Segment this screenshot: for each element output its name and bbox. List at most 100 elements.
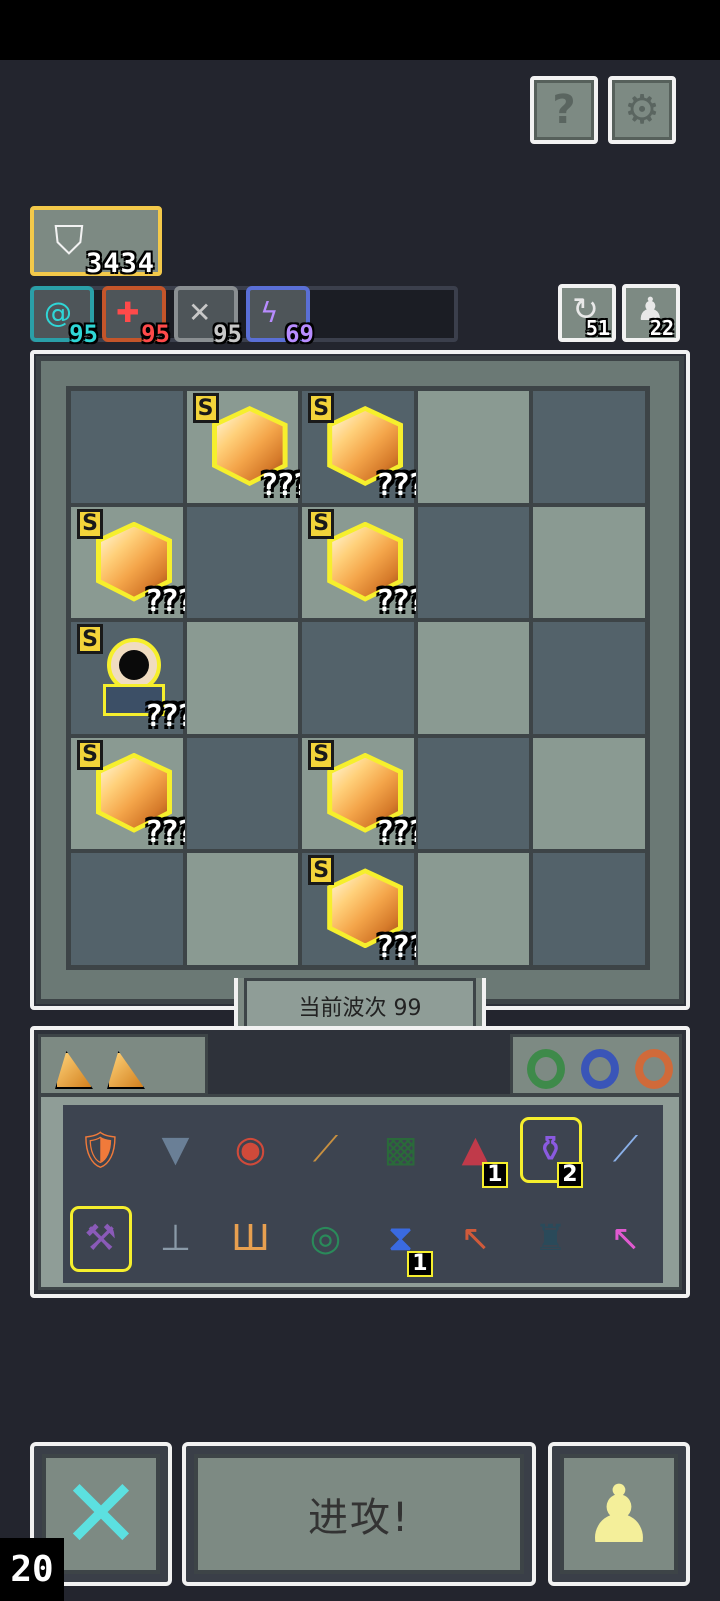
inventory-panel: 🛡 ▼ ◉ ⟋ ▩ ▲ 1 ⚱ 2 ⟋ ⚒ ⊥ Ш ◎ ⧗ 1 ↖ ♜ ↖ — [38, 1094, 682, 1290]
shard-icon — [55, 1051, 93, 1089]
arrow-icon[interactable]: ↖ — [448, 1209, 504, 1269]
gem-unit[interactable]: S??? — [77, 508, 195, 619]
stat-target[interactable]: @95 — [30, 286, 98, 348]
inventory-items: 🛡 ▼ ◉ ⟋ ▩ ▲ 1 ⚱ 2 ⟋ ⚒ ⊥ Ш ◎ ⧗ 1 ↖ ♜ ↖ — [63, 1105, 663, 1283]
dagger-icon[interactable]: ⟋ — [298, 1120, 354, 1180]
board-cell[interactable] — [184, 851, 301, 967]
helmet-icon[interactable]: ▲ 1 — [448, 1120, 508, 1188]
item-count: 1 — [407, 1250, 433, 1277]
gem-unit[interactable]: S??? — [192, 393, 311, 503]
rune-card-icon[interactable]: ▩ — [373, 1120, 429, 1180]
target-icon: @ — [44, 296, 72, 329]
lever-icon[interactable]: ⊥ — [148, 1209, 204, 1269]
board-cell[interactable] — [415, 389, 532, 505]
hourglass-icon[interactable]: ⧗ 1 — [373, 1209, 433, 1277]
board-cell[interactable]: S??? — [184, 389, 311, 505]
board-cell[interactable]: S??? — [69, 504, 195, 621]
board-cell[interactable] — [69, 851, 185, 967]
board-cell[interactable] — [184, 620, 301, 736]
rank-badge: S — [192, 393, 219, 423]
shield-arrow-icon: ⛉ — [54, 218, 84, 264]
x-icon: ✕ — [60, 1458, 142, 1570]
stat-medic-plus[interactable]: ✚ 95 — [102, 286, 170, 348]
rank-badge: S — [77, 624, 103, 655]
board-cell[interactable]: S??? — [300, 504, 426, 621]
pocket-icon[interactable]: ▼ — [148, 1120, 204, 1180]
ring-green-icon — [527, 1049, 565, 1089]
rank-badge: S — [308, 508, 335, 539]
item-count: 1 — [482, 1161, 508, 1188]
status-bar — [0, 0, 720, 60]
stat-value: 95 — [141, 320, 170, 348]
refresh-counter[interactable]: ↻ 51 — [558, 284, 616, 342]
stat-value: 69 — [285, 320, 314, 348]
magic-arrow-icon[interactable]: ↖ — [598, 1209, 654, 1269]
board-cell[interactable] — [415, 735, 532, 852]
board-cell[interactable] — [415, 620, 532, 736]
ring-orange-icon — [635, 1049, 673, 1089]
inventory-tabs — [38, 1034, 682, 1096]
settings-button[interactable]: ⚙ — [608, 76, 676, 144]
gold-value: 3434 — [86, 248, 156, 279]
gem-unit[interactable]: S??? — [308, 393, 426, 503]
counter-value: 51 — [585, 316, 610, 340]
stat-wing[interactable]: ✕ 95 — [174, 286, 242, 348]
shard-tab[interactable] — [38, 1034, 208, 1096]
claw-icon[interactable]: Ш — [223, 1209, 279, 1269]
lightning-icon: ϟ — [260, 296, 279, 329]
board-cell[interactable] — [415, 851, 532, 967]
stat-lightning[interactable]: ϟ 69 — [246, 286, 314, 348]
board-cell[interactable]: S??? — [69, 735, 195, 852]
pawn-button[interactable]: ♟ — [548, 1442, 690, 1586]
question-icon: ? — [552, 87, 576, 133]
rank-badge: S — [77, 508, 103, 539]
item-count: 2 — [557, 1161, 583, 1188]
rank-badge: S — [308, 393, 335, 423]
board-cell[interactable]: S??? — [300, 389, 426, 505]
board-cell[interactable]: S??? — [300, 851, 426, 967]
gem-unit[interactable]: S??? — [308, 739, 426, 850]
armor-icon[interactable]: 🛡 — [73, 1120, 129, 1180]
wave-label: 当前波次 99 — [298, 996, 422, 1021]
board-cell[interactable]: S??? — [300, 735, 426, 852]
pawn-counter[interactable]: ♟ 22 — [622, 284, 680, 342]
stat-value: 95 — [69, 320, 98, 348]
potion-icon[interactable]: ⚱ 2 — [519, 1116, 583, 1188]
board-cell[interactable] — [531, 735, 647, 852]
medic-plus-icon: ✚ — [116, 296, 140, 329]
cannon-unit[interactable]: S??? — [77, 624, 195, 734]
board-cell[interactable]: S??? — [69, 620, 195, 736]
attack-button[interactable]: 进攻! — [182, 1442, 536, 1586]
amulet-icon[interactable]: ◉ — [223, 1120, 279, 1180]
board-grid: S??? S??? S??? S??? S??? S??? S??? S??? — [66, 386, 650, 970]
wing-icon: ✕ — [188, 296, 212, 329]
board-cell[interactable] — [531, 389, 647, 505]
board-cell[interactable] — [184, 504, 301, 621]
gem-unit[interactable]: S??? — [308, 508, 426, 619]
shard-icon — [107, 1051, 145, 1089]
crystal-sword-icon[interactable]: ⟋ — [598, 1120, 654, 1180]
gear-icon: ⚙ — [624, 87, 660, 133]
board-cell[interactable] — [531, 620, 647, 736]
board-cell[interactable] — [300, 620, 416, 736]
bell-icon[interactable]: ♜ — [523, 1209, 579, 1269]
rank-badge: S — [308, 739, 335, 770]
attack-label: 进攻! — [307, 1495, 411, 1541]
rank-badge: S — [77, 739, 103, 770]
stat-value: 95 — [213, 320, 242, 348]
board-cell[interactable] — [184, 735, 301, 852]
gem-unit[interactable]: S??? — [77, 739, 195, 850]
ring-tab[interactable] — [510, 1034, 682, 1096]
board-cell[interactable] — [69, 389, 185, 505]
counter-value: 22 — [649, 316, 674, 340]
help-button[interactable]: ? — [530, 76, 598, 144]
hammer-icon[interactable]: ⚒ — [69, 1205, 132, 1272]
corner-counter: 20 — [0, 1538, 64, 1601]
board-cell[interactable] — [531, 851, 647, 967]
gem-unit[interactable]: S??? — [308, 855, 426, 965]
board-cell[interactable] — [531, 504, 647, 621]
gold-counter: ⛉ 3434 — [30, 206, 162, 279]
rank-badge: S — [308, 855, 335, 886]
board-cell[interactable] — [415, 504, 532, 621]
vortex-card-icon[interactable]: ◎ — [298, 1209, 354, 1269]
